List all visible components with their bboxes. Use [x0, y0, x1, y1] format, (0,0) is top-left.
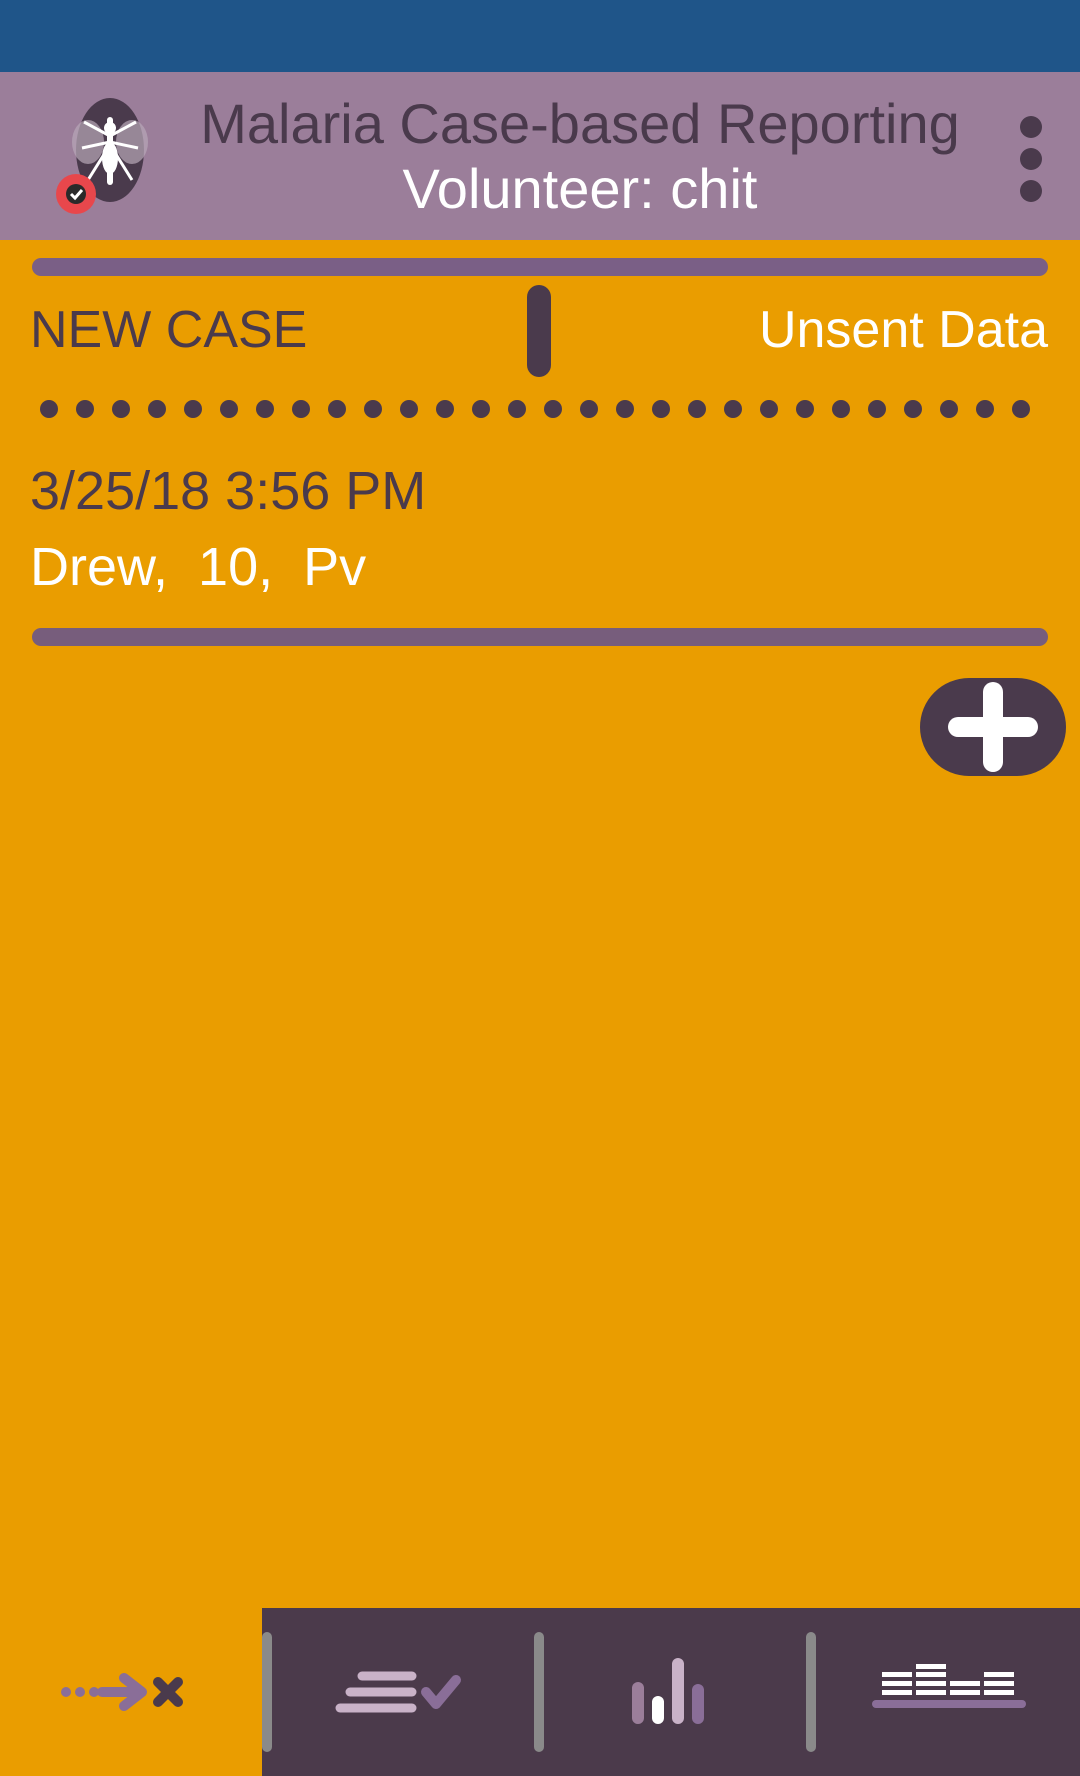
tab-sent-cases[interactable] — [272, 1608, 534, 1776]
send-cancel-icon — [61, 1673, 183, 1711]
title-block: Malaria Case-based Reporting Volunteer: … — [200, 92, 960, 222]
case-datetime: 3/25/18 3:56 PM — [30, 461, 427, 521]
menu-dot — [1020, 116, 1042, 138]
table-chart-icon — [872, 1664, 1026, 1708]
nav-divider — [262, 1632, 272, 1752]
more-vert-icon[interactable] — [1000, 108, 1060, 208]
list-check-icon — [335, 1671, 461, 1713]
mosquito-icon — [52, 98, 162, 216]
dotted-separator — [40, 398, 1040, 420]
add-case-button[interactable] — [920, 678, 1066, 776]
tab-summary[interactable] — [816, 1608, 1080, 1776]
tab-unsent-cases[interactable] — [0, 1608, 262, 1776]
menu-dot — [1020, 180, 1042, 202]
list-item[interactable]: 3/25/18 3:56 PM Drew, 10, Pv — [30, 455, 1030, 605]
nav-divider — [806, 1632, 816, 1752]
tab-unsent-data[interactable]: Unsent Data — [759, 300, 1048, 360]
section-divider-top — [32, 258, 1048, 276]
tab-new-case[interactable]: NEW CASE — [30, 300, 307, 360]
plus-icon — [948, 682, 1038, 772]
bottom-nav — [0, 1608, 1080, 1776]
bar-chart-icon — [632, 1658, 704, 1724]
section-divider-bottom — [32, 628, 1048, 646]
tab-statistics[interactable] — [544, 1608, 806, 1776]
volunteer-label: Volunteer: chit — [402, 157, 758, 220]
case-summary: Drew, 10, Pv — [30, 537, 367, 597]
app-bar: Malaria Case-based Reporting Volunteer: … — [0, 72, 1080, 240]
app-title: Malaria Case-based Reporting — [200, 92, 960, 155]
menu-dot — [1020, 148, 1042, 170]
status-bar — [0, 0, 1080, 72]
toggle-switch[interactable] — [527, 285, 551, 377]
nav-divider — [534, 1632, 544, 1752]
